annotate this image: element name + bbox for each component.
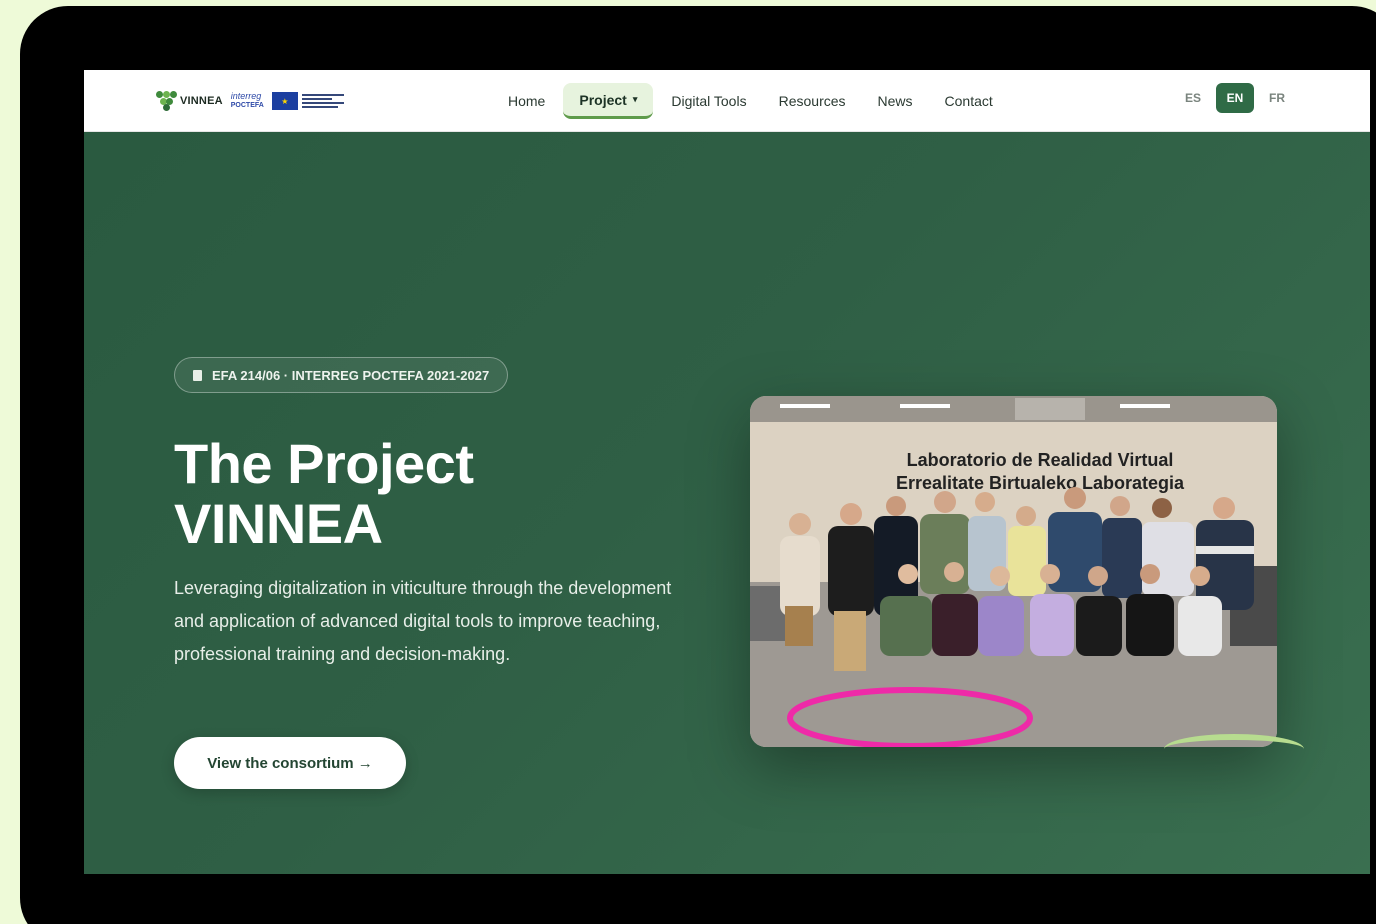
lang-en-button[interactable]: EN bbox=[1216, 83, 1254, 113]
navbar: VINNEA interreg POCTEFA ★ Home Project ▾ … bbox=[84, 70, 1370, 132]
title-line-1: The Project bbox=[174, 432, 474, 495]
interreg-logo: interreg POCTEFA bbox=[231, 92, 264, 110]
vinnea-logo-icon bbox=[156, 91, 177, 111]
menu-label: Home bbox=[508, 93, 546, 109]
title-line-2: VINNEA bbox=[174, 492, 383, 555]
caret-down-icon: ▾ bbox=[632, 94, 638, 104]
menu-label: Digital Tools bbox=[671, 93, 747, 109]
main-menu: Home Project ▾ Digital Tools Resources Ne… bbox=[492, 70, 1009, 132]
lang-fr-button[interactable]: FR bbox=[1260, 83, 1294, 113]
interreg-line2: POCTEFA bbox=[230, 102, 264, 109]
badge-text: EFA 214/06 · INTERREG POCTEFA 2021-2027 bbox=[212, 367, 490, 383]
menu-item-home[interactable]: Home bbox=[492, 83, 561, 119]
menu-item-digital-tools[interactable]: Digital Tools bbox=[655, 83, 762, 119]
browser-screen: VINNEA interreg POCTEFA ★ Home Project ▾ … bbox=[84, 70, 1370, 874]
menu-label: Contact bbox=[944, 93, 993, 109]
team-photo: Laboratorio de Realidad Virtual Errealit… bbox=[750, 396, 1277, 747]
eu-flag-icon: ★ bbox=[271, 92, 298, 110]
decorative-arc bbox=[1164, 734, 1304, 764]
menu-item-contact[interactable]: Contact bbox=[929, 83, 1009, 119]
menu-label: News bbox=[877, 93, 913, 109]
menu-item-resources[interactable]: Resources bbox=[763, 83, 862, 119]
photo-sign-line-1: Laboratorio de Realidad Virtual bbox=[907, 450, 1174, 470]
menu-item-news[interactable]: News bbox=[862, 83, 929, 119]
page-title: The Project VINNEA bbox=[174, 432, 474, 555]
brand-name: VINNEA bbox=[180, 95, 223, 107]
logo-group[interactable]: VINNEA interreg POCTEFA ★ bbox=[156, 87, 344, 115]
hero-section: EFA 214/06 · INTERREG POCTEFA 2021-2027 … bbox=[84, 132, 1370, 874]
view-consortium-button[interactable]: View the consortium → bbox=[174, 737, 406, 789]
menu-label: Project bbox=[579, 91, 627, 108]
hero-description: Leveraging digitalization in viticulture… bbox=[174, 578, 672, 664]
interreg-line1: interreg bbox=[230, 91, 262, 101]
menu-label: Resources bbox=[778, 93, 846, 109]
eu-funding-logo bbox=[301, 94, 344, 108]
language-switcher: ES EN FR bbox=[1176, 83, 1294, 113]
lang-es-button[interactable]: ES bbox=[1176, 83, 1210, 113]
photo-sign-line-2: Errealitate Birtualeko Laborategia bbox=[896, 473, 1185, 493]
menu-item-project[interactable]: Project ▾ bbox=[563, 83, 654, 119]
laptop-frame: VINNEA interreg POCTEFA ★ Home Project ▾ … bbox=[20, 6, 1376, 924]
project-code-badge: EFA 214/06 · INTERREG POCTEFA 2021-2027 bbox=[174, 357, 509, 393]
document-icon bbox=[193, 369, 202, 381]
